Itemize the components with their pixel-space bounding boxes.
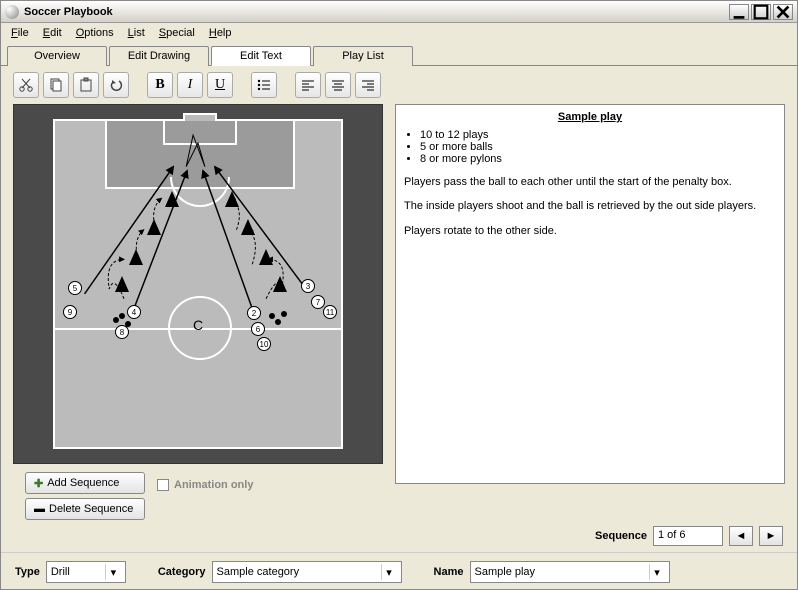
sequence-next-button[interactable]: ► [759,526,783,546]
italic-button[interactable]: I [177,72,203,98]
animation-only-checkbox[interactable] [157,479,169,491]
undo-button[interactable] [103,72,129,98]
ball-icon [275,319,281,325]
ball-icon [125,321,131,327]
play-title: Sample play [404,111,776,123]
underline-button[interactable]: U [207,72,233,98]
name-select[interactable]: Sample play▾ [470,561,670,583]
type-label: Type [15,566,40,578]
chevron-down-icon: ▾ [649,564,665,580]
player-marker: 4 [127,305,141,319]
type-select[interactable]: Drill▾ [46,561,126,583]
close-button[interactable] [773,4,793,20]
sequence-value[interactable]: 1 of 6 [653,526,723,546]
player-marker: 6 [251,322,265,336]
player-marker: 3 [301,279,315,293]
category-select[interactable]: Sample category▾ [212,561,402,583]
play-paragraph: The inside players shoot and the ball is… [404,199,776,213]
player-marker: 2 [247,306,261,320]
app-icon [5,5,19,19]
ball-icon [113,317,119,323]
chevron-down-icon: ▾ [381,564,397,580]
bold-button[interactable]: B [147,72,173,98]
sequence-label: Sequence [595,530,647,542]
player-marker: 7 [311,295,325,309]
cone-icon [129,249,143,265]
chevron-down-icon: ▾ [105,564,121,580]
player-marker: 8 [115,325,129,339]
cone-icon [115,276,129,292]
menu-help[interactable]: Help [203,25,238,41]
cone-icon [259,249,273,265]
tab-edit-text[interactable]: Edit Text [211,46,311,66]
menu-file[interactable]: File [5,25,35,41]
field-canvas[interactable]: 5 9 8 4 2 610 3 711 C [13,104,383,464]
play-paragraph: Players pass the ball to each other unti… [404,175,776,189]
maximize-button[interactable] [751,4,771,20]
ball-icon [269,313,275,319]
align-left-button[interactable] [295,72,321,98]
ball-icon [281,311,287,317]
cut-button[interactable] [13,72,39,98]
tab-overview[interactable]: Overview [7,46,107,66]
menu-edit[interactable]: Edit [37,25,68,41]
menu-options[interactable]: Options [70,25,120,41]
cone-icon [165,191,179,207]
player-marker: 5 [68,281,82,295]
copy-button[interactable] [43,72,69,98]
center-label: C [193,317,203,333]
menu-special[interactable]: Special [153,25,201,41]
align-center-button[interactable] [325,72,351,98]
bullet-list-button[interactable] [251,72,277,98]
play-bullet: 10 to 12 plays [420,129,776,141]
paste-button[interactable] [73,72,99,98]
ball-icon [119,313,125,319]
cone-icon [225,191,239,207]
tab-play-list[interactable]: Play List [313,46,413,66]
player-marker: 11 [323,305,337,319]
sequence-prev-button[interactable]: ◄ [729,526,753,546]
menu-list[interactable]: List [122,25,151,41]
add-sequence-button[interactable]: ✚Add Sequence [25,472,145,494]
tab-edit-drawing[interactable]: Edit Drawing [109,46,209,66]
cone-icon [241,219,255,235]
category-label: Category [158,566,206,578]
name-label: Name [434,566,464,578]
play-bullet: 8 or more pylons [420,153,776,165]
player-marker: 10 [257,337,271,351]
play-text-panel[interactable]: Sample play 10 to 12 plays5 or more ball… [395,104,785,484]
cone-icon [273,276,287,292]
animation-only-label: Animation only [174,479,253,491]
play-paragraph: Players rotate to the other side. [404,224,776,238]
window-title: Soccer Playbook [24,6,727,18]
cone-icon [147,219,161,235]
minimize-button[interactable] [729,4,749,20]
play-bullet: 5 or more balls [420,141,776,153]
align-right-button[interactable] [355,72,381,98]
delete-sequence-button[interactable]: ▬Delete Sequence [25,498,145,520]
player-marker: 9 [63,305,77,319]
